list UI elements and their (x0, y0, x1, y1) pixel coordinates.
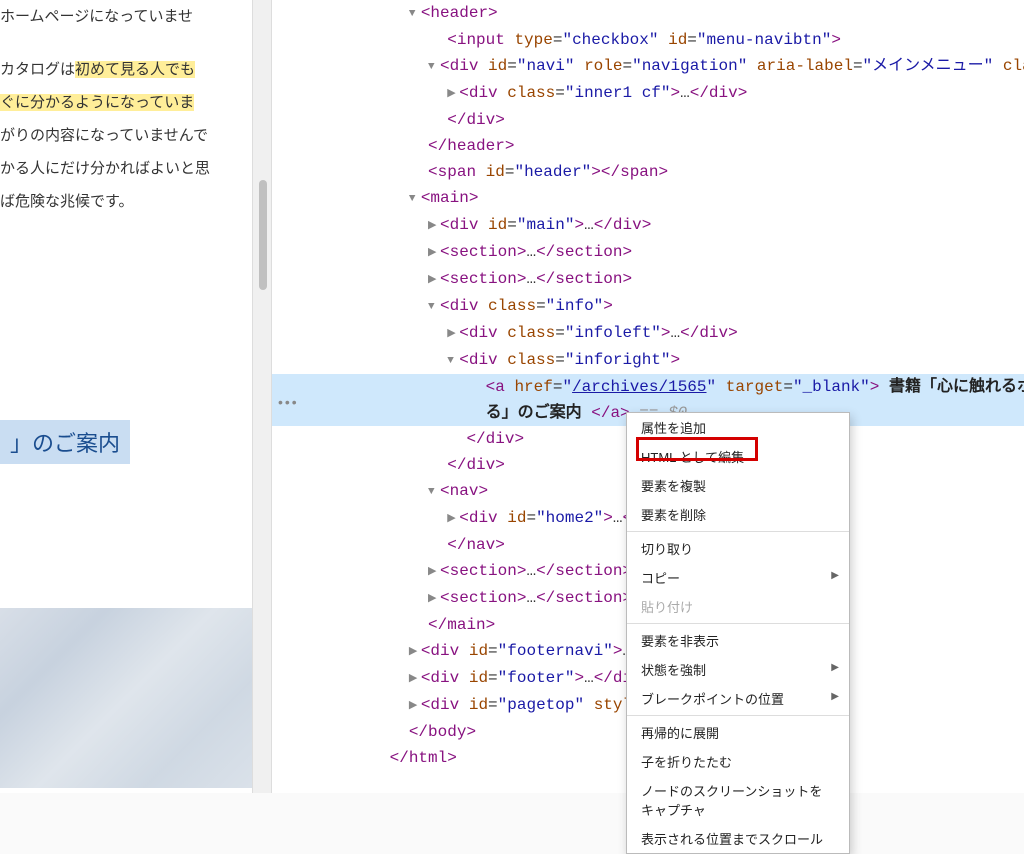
menu-item-cut[interactable]: 切り取り (627, 534, 849, 563)
dom-node[interactable]: ▶<div class="infoleft">…</div> (272, 320, 1024, 347)
expand-toggle-icon[interactable]: ▼ (447, 348, 459, 374)
chevron-right-icon: ▶ (831, 662, 839, 673)
menu-item-paste: 貼り付け (627, 592, 849, 621)
pane-splitter[interactable] (252, 0, 272, 793)
menu-item-delete-element[interactable]: 要素を削除 (627, 500, 849, 529)
menu-item-copy[interactable]: コピー▶ (627, 563, 849, 592)
preview-line: カタログは初めて見る人でも (0, 53, 244, 86)
expand-toggle-icon[interactable]: ▶ (447, 506, 459, 532)
preview-selected-element: 」のご案内 (0, 420, 130, 464)
menu-item-edit-as-html[interactable]: HTML として編集 (627, 442, 849, 471)
menu-item-add-attribute[interactable]: 属性を追加 (627, 413, 849, 442)
menu-separator (627, 623, 849, 624)
dom-node[interactable]: </div> (272, 107, 1024, 133)
dom-node[interactable]: <span id="header"></span> (272, 159, 1024, 185)
dom-node[interactable]: ▼<header> (272, 0, 1024, 27)
preview-image-placeholder (0, 608, 252, 788)
expand-toggle-icon[interactable]: ▶ (447, 321, 459, 347)
expand-toggle-icon[interactable]: ▼ (428, 54, 440, 80)
preview-line: ぐに分かるようになっていま (0, 86, 244, 119)
expand-toggle-icon[interactable]: ▶ (409, 639, 421, 665)
preview-line: ホームページになっていませ (0, 0, 244, 33)
expand-toggle-icon[interactable]: ▶ (428, 240, 440, 266)
expand-toggle-icon[interactable]: ▶ (409, 693, 421, 719)
chevron-right-icon: ▶ (831, 691, 839, 702)
expand-toggle-icon[interactable]: ▶ (447, 81, 459, 107)
page-preview-pane: ホームページになっていませ カタログは初めて見る人でも ぐに分かるようになってい… (0, 0, 252, 793)
dom-node-selected[interactable]: <a href="/archives/1565" target="_blank"… (272, 374, 1024, 400)
preview-line: かる人にだけ分かればよいと思 (0, 152, 244, 185)
menu-item-capture-node-screenshot[interactable]: ノードのスクリーンショットをキャプチャ (627, 776, 849, 824)
dom-node[interactable]: ▶<section>…</section> (272, 239, 1024, 266)
dom-node[interactable]: ▼<div id="navi" role="navigation" aria-l… (272, 53, 1024, 80)
menu-item-duplicate-element[interactable]: 要素を複製 (627, 471, 849, 500)
menu-item-break-on[interactable]: ブレークポイントの位置▶ (627, 684, 849, 713)
preview-text: ホームページになっていませ カタログは初めて見る人でも ぐに分かるようになってい… (0, 0, 244, 218)
menu-item-force-state[interactable]: 状態を強制▶ (627, 655, 849, 684)
dom-node[interactable]: </header> (272, 133, 1024, 159)
expand-toggle-icon[interactable]: ▼ (409, 1, 421, 27)
dom-node[interactable]: <input type="checkbox" id="menu-navibtn"… (272, 27, 1024, 53)
menu-separator (627, 531, 849, 532)
expand-toggle-icon[interactable]: ▶ (428, 586, 440, 612)
dom-node[interactable]: ▼<div class="info"> (272, 293, 1024, 320)
expand-toggle-icon[interactable]: ▼ (428, 294, 440, 320)
menu-item-collapse-children[interactable]: 子を折りたたむ (627, 747, 849, 776)
expand-toggle-icon[interactable]: ▶ (428, 267, 440, 293)
expand-toggle-icon[interactable]: ▼ (409, 186, 421, 212)
menu-separator (627, 715, 849, 716)
preview-line: がりの内容になっていませんで (0, 119, 244, 152)
dom-node[interactable]: ▶<div class="inner1 cf">…</div> (272, 80, 1024, 107)
expand-toggle-icon[interactable]: ▶ (428, 559, 440, 585)
ellipsis-icon[interactable]: ••• (278, 394, 299, 410)
expand-toggle-icon[interactable]: ▶ (409, 666, 421, 692)
dom-node[interactable]: ▶<div id="main">…</div> (272, 212, 1024, 239)
menu-item-hide-element[interactable]: 要素を非表示 (627, 626, 849, 655)
dom-node[interactable]: ▶<section>…</section> (272, 266, 1024, 293)
menu-item-scroll-into-view[interactable]: 表示される位置までスクロール (627, 824, 849, 853)
expand-toggle-icon[interactable]: ▼ (428, 479, 440, 505)
preview-line: ば危険な兆候です。 (0, 185, 244, 218)
scrollbar-thumb[interactable] (259, 180, 267, 290)
menu-item-expand-recursively[interactable]: 再帰的に展開 (627, 718, 849, 747)
chevron-right-icon: ▶ (831, 570, 839, 581)
expand-toggle-icon[interactable]: ▶ (428, 213, 440, 239)
context-menu: 属性を追加 HTML として編集 要素を複製 要素を削除 切り取り コピー▶ 貼… (626, 412, 850, 854)
dom-node[interactable]: ▼<div class="inforight"> (272, 347, 1024, 374)
dom-node[interactable]: ▼<main> (272, 185, 1024, 212)
